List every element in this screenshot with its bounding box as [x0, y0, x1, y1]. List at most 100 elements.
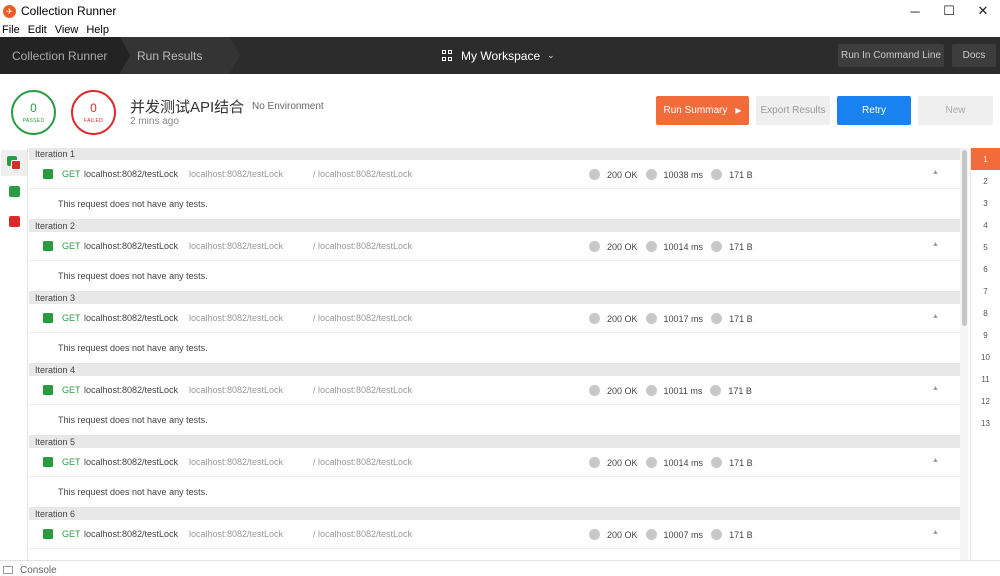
- response-stats: 200 OK 10017 ms 171 B: [589, 304, 753, 333]
- request-method: GET: [62, 241, 81, 251]
- response-size: 171 B: [729, 241, 753, 252]
- response-size-icon: [711, 457, 723, 468]
- collapse-caret-icon[interactable]: ▲: [932, 169, 939, 176]
- status-code-icon: [589, 169, 600, 180]
- request-row[interactable]: GET localhost:8082/testLock localhost:80…: [29, 160, 960, 189]
- filter-all-button[interactable]: [1, 150, 27, 176]
- status-code-icon: [589, 385, 600, 396]
- caret-right-icon: ▶: [735, 106, 742, 115]
- iteration-index-item[interactable]: 4: [971, 214, 1000, 236]
- window-controls: ─ ☐ ✕: [898, 0, 1000, 22]
- minimize-icon[interactable]: ─: [898, 0, 932, 22]
- iteration-index-item[interactable]: 5: [971, 236, 1000, 258]
- maximize-icon[interactable]: ☐: [932, 0, 966, 22]
- menu-help[interactable]: Help: [86, 24, 109, 36]
- run-summary-button[interactable]: Run Summary ▶: [656, 96, 749, 125]
- response-time-icon: [645, 313, 657, 324]
- new-button[interactable]: New: [918, 96, 993, 125]
- request-status-icon: [43, 313, 53, 323]
- request-name: localhost:8082/testLock: [84, 529, 179, 539]
- iteration-block: Iteration 4 GET localhost:8082/testLock …: [29, 364, 960, 436]
- iteration-index-item[interactable]: 9: [971, 324, 1000, 346]
- tests-note: This request does not have any tests.: [29, 477, 960, 508]
- collapse-caret-icon[interactable]: ▲: [932, 529, 939, 536]
- collection-name: 并发测试API结合: [130, 99, 245, 116]
- request-method: GET: [62, 457, 81, 467]
- menu-file[interactable]: File: [2, 24, 20, 36]
- iteration-index-item[interactable]: 11: [971, 368, 1000, 390]
- response-time: 10007 ms: [663, 529, 704, 540]
- response-size-icon: [711, 313, 723, 324]
- close-icon[interactable]: ✕: [966, 0, 1000, 22]
- request-status-icon: [43, 529, 53, 539]
- title-bar: ✈ Collection Runner ─ ☐ ✕: [0, 0, 1000, 22]
- response-size-icon: [711, 169, 723, 180]
- iteration-title: Iteration 6: [29, 508, 960, 520]
- request-row[interactable]: GET localhost:8082/testLock localhost:80…: [29, 232, 960, 261]
- request-row[interactable]: GET localhost:8082/testLock localhost:80…: [29, 448, 960, 477]
- retry-button[interactable]: Retry: [837, 96, 911, 125]
- response-size: 171 B: [728, 385, 752, 396]
- iteration-index-item[interactable]: 12: [971, 390, 1000, 412]
- tests-note: This request does not have any tests.: [29, 405, 960, 436]
- scrollbar-thumb[interactable]: [962, 150, 967, 326]
- menu-edit[interactable]: Edit: [28, 24, 47, 36]
- request-name: localhost:8082/testLock: [84, 385, 179, 395]
- request-path: / localhost:8082/testLock: [313, 241, 413, 251]
- run-in-command-line-button[interactable]: Run In Command Line: [838, 44, 944, 67]
- response-time-icon: [645, 385, 657, 396]
- iteration-index-item[interactable]: 7: [971, 280, 1000, 302]
- collapse-caret-icon[interactable]: ▲: [932, 385, 939, 392]
- status-bar: Console: [0, 560, 1000, 576]
- tests-note: This request does not have any tests.: [29, 261, 960, 292]
- collapse-caret-icon[interactable]: ▲: [932, 313, 939, 320]
- response-status: 200 OK: [607, 457, 638, 468]
- response-stats: 200 OK 10014 ms 171 B: [589, 232, 753, 261]
- failed-label: FAILED: [83, 117, 104, 124]
- request-path: / localhost:8082/testLock: [313, 529, 413, 539]
- failed-counter: 0 FAILED: [71, 90, 116, 135]
- iteration-index-item[interactable]: 10: [971, 346, 1000, 368]
- iteration-index-item[interactable]: 6: [971, 258, 1000, 280]
- request-row[interactable]: GET localhost:8082/testLock localhost:80…: [29, 376, 960, 405]
- response-size-icon: [711, 241, 723, 252]
- request-method: GET: [62, 529, 81, 539]
- filter-passed-button[interactable]: [1, 178, 27, 204]
- breadcrumb-run-results[interactable]: Run Results: [120, 37, 240, 74]
- iteration-title: Iteration 1: [29, 148, 960, 160]
- tests-note: [29, 549, 960, 560]
- response-size-icon: [710, 385, 722, 396]
- iteration-index-item[interactable]: 3: [971, 192, 1000, 214]
- results-scrollbar[interactable]: [960, 148, 968, 560]
- iteration-block: Iteration 3 GET localhost:8082/testLock …: [29, 292, 960, 364]
- run-summary-label: Run Summary: [663, 105, 728, 116]
- iteration-title: Iteration 2: [29, 220, 960, 232]
- iteration-index-item[interactable]: 8: [971, 302, 1000, 324]
- request-status-icon: [43, 241, 53, 251]
- response-size: 171 B: [729, 457, 753, 468]
- tests-note: This request does not have any tests.: [29, 189, 960, 220]
- collapse-caret-icon[interactable]: ▲: [932, 457, 939, 464]
- workspace-selector[interactable]: My Workspace ⌄: [442, 37, 555, 74]
- docs-button[interactable]: Docs: [952, 44, 996, 67]
- failed-filter-icon: [8, 215, 20, 227]
- breadcrumb-collection-runner[interactable]: Collection Runner: [0, 37, 130, 74]
- passed-label: PASSED: [22, 117, 45, 124]
- iteration-index-item[interactable]: 2: [971, 170, 1000, 192]
- nav-bar: Collection Runner Run Results My Workspa…: [0, 37, 1000, 74]
- request-status-icon: [43, 169, 53, 179]
- iteration-index-item[interactable]: 1: [971, 148, 1000, 170]
- export-results-button[interactable]: Export Results: [756, 96, 830, 125]
- menu-view[interactable]: View: [55, 24, 79, 36]
- filter-failed-button[interactable]: [1, 208, 27, 234]
- request-url: localhost:8082/testLock: [189, 385, 284, 395]
- iteration-title: Iteration 5: [29, 436, 960, 448]
- request-url: localhost:8082/testLock: [189, 241, 284, 251]
- iteration-index-item[interactable]: 13: [971, 412, 1000, 434]
- request-row[interactable]: GET localhost:8082/testLock localhost:80…: [29, 304, 960, 333]
- request-row[interactable]: GET localhost:8082/testLock localhost:80…: [29, 520, 960, 549]
- window-title: Collection Runner: [21, 4, 117, 18]
- collapse-caret-icon[interactable]: ▲: [932, 241, 939, 248]
- results-list: Iteration 1 GET localhost:8082/testLock …: [29, 148, 960, 560]
- console-icon[interactable]: [3, 566, 13, 574]
